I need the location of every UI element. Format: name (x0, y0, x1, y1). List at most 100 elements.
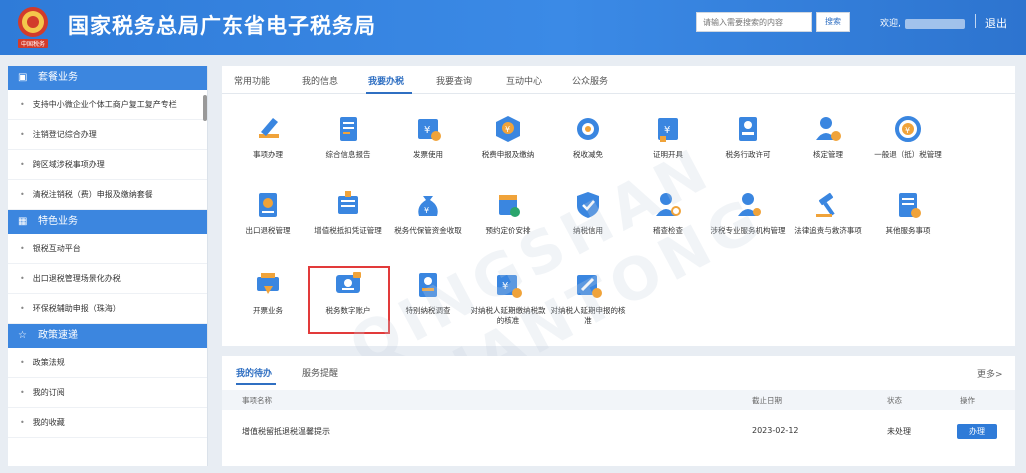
star-icon: ☆ (18, 330, 27, 341)
sidebar-item[interactable]: • 注销登记综合办理 (8, 120, 207, 150)
sidebar-section-0[interactable]: ▣ 套餐业务 (8, 66, 207, 90)
sidebar-item[interactable]: • 我的订阅 (8, 378, 207, 408)
sidebar-item[interactable]: • 清税注销税（费）申报及缴纳套餐 (8, 180, 207, 210)
service-label: 对纳税人延期缴纳税款的核准 (470, 306, 546, 325)
service-item[interactable]: ¥ 发票使用 (388, 112, 468, 182)
sidebar-item[interactable]: • 跨区域涉税事项办理 (8, 150, 207, 180)
bullet-icon: • (20, 418, 25, 427)
investigation-icon (388, 268, 468, 302)
credit-shield-icon (548, 188, 628, 222)
sidebar-item-label: 我的收藏 (32, 418, 65, 427)
invoice-print-icon (228, 268, 308, 302)
service-item[interactable]: 涉税专业服务机构管理 (708, 188, 788, 258)
bullet-icon: • (20, 190, 25, 199)
welcome-text: 欢迎, (880, 16, 965, 29)
service-item[interactable]: 其他服务事项 (868, 188, 948, 258)
service-item[interactable]: ¥ 证明开具 (628, 112, 708, 182)
logout-link[interactable]: 退出 (985, 15, 1007, 31)
service-label: 综合信息报告 (325, 150, 371, 159)
service-label: 事项办理 (253, 150, 283, 159)
service-item[interactable]: 税收减免 (548, 112, 628, 182)
tab-4[interactable]: 互动中心 (506, 74, 542, 87)
sidebar-section-2[interactable]: ☆ 政策速递 (8, 324, 207, 348)
service-item[interactable]: 稽查检查 (628, 188, 708, 258)
sidebar-item[interactable]: • 支持中小微企业个体工商户复工复产专栏 (8, 90, 207, 120)
list-gear-icon (868, 188, 948, 222)
service-item[interactable]: 核定管理 (788, 112, 868, 182)
tab-0[interactable]: 常用功能 (234, 74, 270, 87)
sidebar-item[interactable]: • 政策法规 (8, 348, 207, 378)
voucher-icon (308, 188, 388, 222)
search-input[interactable] (696, 12, 812, 32)
service-item[interactable]: ¥ 税费申报及缴纳 (468, 112, 548, 182)
service-item[interactable]: 纳税信用 (548, 188, 628, 258)
tab-service-reminder[interactable]: 服务提醒 (302, 366, 338, 379)
service-label: 预约定价安排 (485, 226, 531, 235)
tax-emblem-icon: 中国税务 (18, 7, 48, 48)
service-label: 证明开具 (653, 150, 683, 159)
service-item[interactable]: 对纳税人延期申报的核准 (548, 268, 628, 338)
bullet-icon: • (20, 304, 25, 313)
service-item[interactable]: ¥ 税务代保管资金收取 (388, 188, 468, 258)
sidebar-item[interactable]: • 银税互动平台 (8, 234, 207, 264)
tab-5[interactable]: 公众服务 (572, 74, 608, 87)
service-item[interactable]: 开票业务 (228, 268, 308, 338)
svg-text:¥: ¥ (424, 206, 429, 215)
sidebar-section-title: 政策速递 (38, 330, 78, 341)
handle-button[interactable]: 办理 (957, 424, 997, 439)
deferral-pay-icon: ¥ (468, 268, 548, 302)
bullet-icon: • (20, 388, 25, 397)
col-deadline: 截止日期 (752, 396, 782, 405)
sidebar-item[interactable]: • 出口退税管理场景化办税 (8, 264, 207, 294)
sidebar-item-label: 跨区域涉税事项办理 (32, 160, 105, 169)
tab-3[interactable]: 我要查询 (436, 74, 472, 87)
license-icon (708, 112, 788, 146)
top-header: 中国税务 国家税务总局广东省电子税务局 搜索 欢迎, 退出 (0, 0, 1026, 55)
tab-1[interactable]: 我的信息 (302, 74, 338, 87)
service-item[interactable]: 增值税抵扣凭证管理 (308, 188, 388, 258)
svg-text:¥: ¥ (424, 125, 430, 136)
bullet-icon: • (20, 100, 25, 109)
sidebar-section-1[interactable]: ▦ 特色业务 (8, 210, 207, 234)
service-item[interactable]: 综合信息报告 (308, 112, 388, 182)
service-label: 税收减免 (573, 150, 603, 159)
pen-icon (228, 112, 308, 146)
sidebar-item-label: 出口退税管理场景化办税 (32, 274, 121, 283)
active-tab-underline (366, 92, 412, 94)
tab-2[interactable]: 我要办税 (368, 74, 404, 87)
service-item[interactable]: 预约定价安排 (468, 188, 548, 258)
table-row: 增值税留抵退税温馨提示 2023-02-12 未处理 办理 (222, 420, 1015, 442)
search-button[interactable]: 搜索 (816, 12, 850, 32)
row-status: 未处理 (887, 427, 911, 436)
sidebar-item[interactable]: • 环保税辅助申报（珠海） (8, 294, 207, 324)
row-name: 增值税留抵退税温馨提示 (242, 427, 330, 436)
sidebar-item[interactable]: • 我的收藏 (8, 408, 207, 438)
service-item[interactable]: 特别纳税调查 (388, 268, 468, 338)
sidebar-item-label: 我的订阅 (32, 388, 65, 397)
bullet-icon: • (20, 130, 25, 139)
header-divider (975, 14, 976, 28)
tab-bar: 常用功能 我的信息 我要办税 我要查询 互动中心 公众服务 (222, 66, 1015, 94)
money-bag-icon: ¥ (388, 188, 468, 222)
service-label: 税务行政许可 (725, 150, 771, 159)
sidebar-scrollbar[interactable] (203, 95, 207, 121)
more-link[interactable]: 更多> (977, 367, 1003, 380)
service-item[interactable]: 税务行政许可 (708, 112, 788, 182)
reduction-icon (548, 112, 628, 146)
export-refund-icon (228, 188, 308, 222)
sidebar-item-label: 环保税辅助申报（珠海） (32, 304, 121, 313)
svg-text:¥: ¥ (664, 125, 670, 136)
service-item[interactable]: ¥ 对纳税人延期缴纳税款的核准 (468, 268, 548, 338)
svg-text:¥: ¥ (502, 281, 508, 292)
service-item[interactable]: 出口退税管理 (228, 188, 308, 258)
service-item[interactable]: ¥ 一般退（抵）税管理 (868, 112, 948, 182)
service-item[interactable]: 事项办理 (228, 112, 308, 182)
table-header: 事项名称 截止日期 状态 操作 (222, 390, 1015, 410)
calendar-doc-icon (468, 188, 548, 222)
deferral-file-icon (548, 268, 628, 302)
svg-text:中国税务: 中国税务 (21, 40, 45, 48)
tab-my-todo[interactable]: 我的待办 (236, 366, 272, 379)
sidebar: ▣ 套餐业务 • 支持中小微企业个体工商户复工复产专栏 • 注销登记综合办理 • 跨区域涉税事… (8, 66, 208, 466)
svg-text:¥: ¥ (505, 125, 510, 134)
service-item[interactable]: 法律追责与救济事项 (788, 188, 868, 258)
